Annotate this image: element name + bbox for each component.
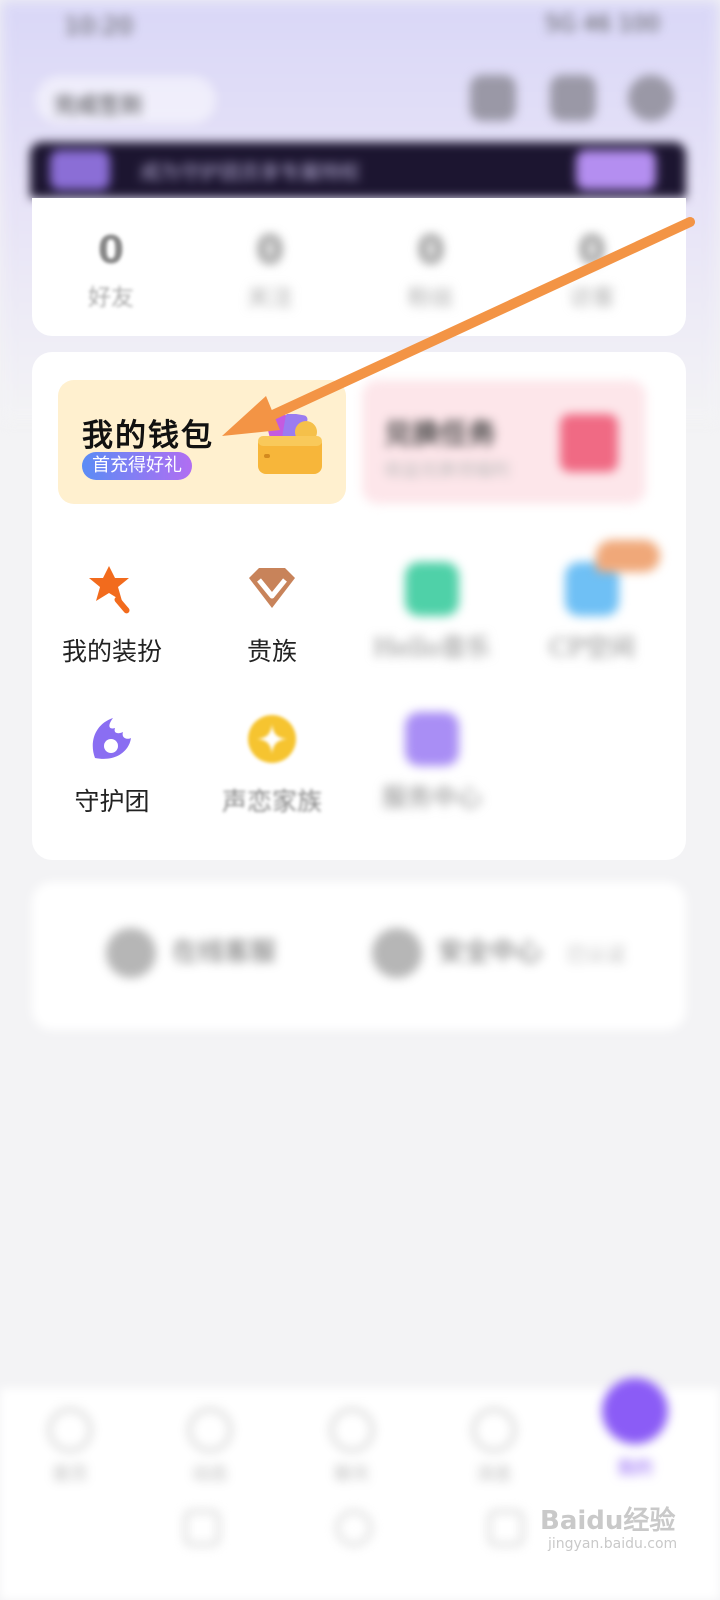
arrow-shaft [257, 217, 695, 425]
arrow-head [222, 396, 280, 436]
annotation-arrow [222, 217, 695, 436]
